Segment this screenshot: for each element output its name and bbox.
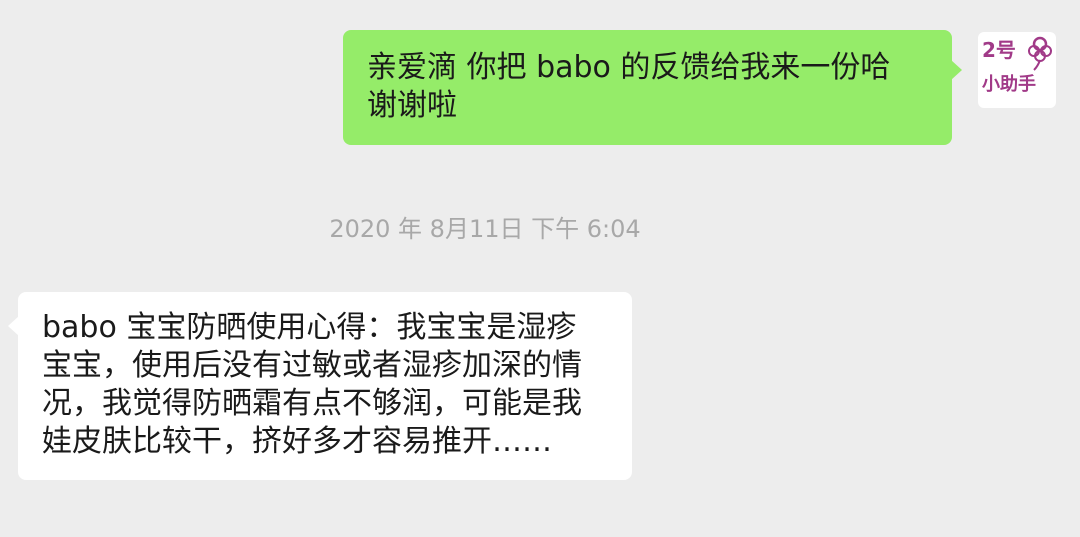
received-message-text: babo 宝宝防晒使用心得：我宝宝是湿疹宝宝，使用后没有过敏或者湿疹加深的情况，… [42,310,582,459]
avatar-label-line1: 2号 [982,38,1016,62]
avatar-label-line2: 小助手 [982,74,1036,95]
avatar[interactable]: 2号 小助手 [978,32,1056,108]
flower-icon [1028,36,1052,71]
sent-message-bubble[interactable]: 亲爱滴 你把 babo 的反馈给我来一份哈 谢谢啦 [343,30,962,145]
sent-message-text: 亲爱滴 你把 babo 的反馈给我来一份哈 谢谢啦 [367,50,891,123]
chat-window: 亲爱滴 你把 babo 的反馈给我来一份哈 谢谢啦 2号 小助手 2020 年 … [0,0,1080,537]
received-message-bubble[interactable]: babo 宝宝防晒使用心得：我宝宝是湿疹宝宝，使用后没有过敏或者湿疹加深的情况，… [8,292,632,480]
message-timestamp: 2020 年 8月11日 下午 6:04 [329,215,641,243]
